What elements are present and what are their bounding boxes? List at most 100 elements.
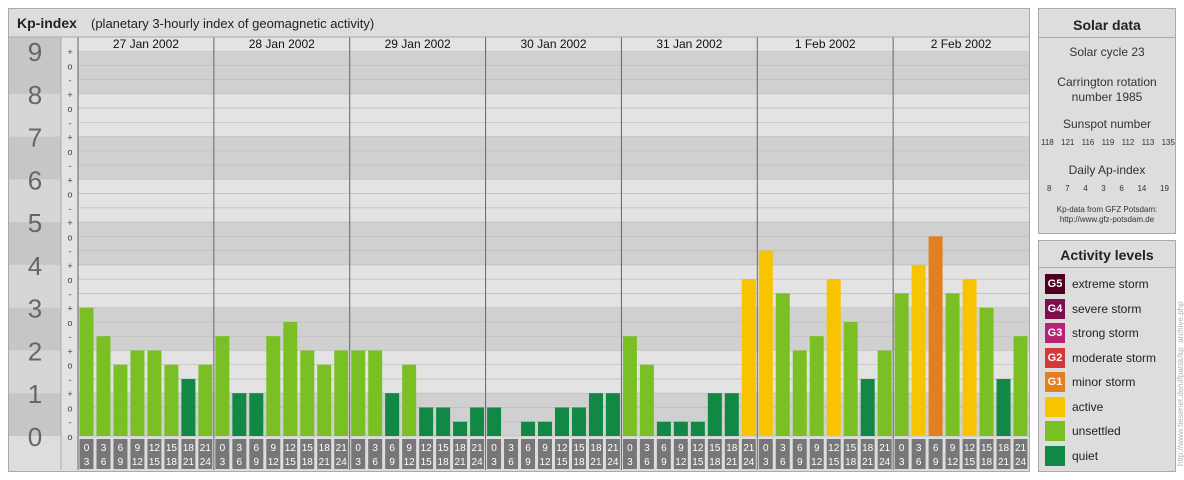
kp-minor-tick: - xyxy=(69,375,72,385)
legend-swatch: G3 xyxy=(1045,323,1065,343)
day-label: 31 Jan 2002 xyxy=(656,37,722,51)
ap-label: Daily Ap-index xyxy=(1068,163,1146,177)
hour-start-label: 12 xyxy=(692,443,704,454)
kp-bar xyxy=(402,364,417,436)
hour-end-label: 3 xyxy=(84,457,90,468)
hour-end-label: 6 xyxy=(372,457,378,468)
kp-bar xyxy=(758,250,773,436)
sunspot-label: Sunspot number xyxy=(1062,117,1152,131)
hour-start-label: 3 xyxy=(644,443,650,454)
day-label: 28 Jan 2002 xyxy=(249,37,315,51)
kp-minor-tick: - xyxy=(69,418,72,428)
hour-end-label: 6 xyxy=(780,457,786,468)
kp-chart: 0123456789-o+-o+-o+-o+-o+-o+-o+-o+-o+o27… xyxy=(9,36,1029,470)
kp-bar xyxy=(826,279,841,436)
legend-swatch xyxy=(1045,421,1065,441)
kp-bar xyxy=(809,336,824,436)
hour-start-label: 15 xyxy=(709,443,721,454)
kp-bar xyxy=(385,393,400,436)
kp-bar xyxy=(911,264,926,436)
hour-start-label: 21 xyxy=(607,443,619,454)
kp-bar xyxy=(741,279,756,436)
hour-end-label: 12 xyxy=(132,457,144,468)
kp-minor-tick: o xyxy=(67,190,72,200)
hour-start-label: 6 xyxy=(118,443,124,454)
kp-bar xyxy=(96,336,111,436)
hour-start-label: 6 xyxy=(797,443,803,454)
hour-end-label: 21 xyxy=(183,457,195,468)
kp-bar xyxy=(130,350,145,436)
sunspot-value: 119 xyxy=(1101,138,1115,147)
ap-value: 3 xyxy=(1101,184,1106,193)
hour-start-label: 9 xyxy=(950,443,956,454)
hour-start-label: 3 xyxy=(916,443,922,454)
kp-minor-tick: - xyxy=(69,332,72,342)
hour-end-label: 12 xyxy=(675,457,687,468)
hour-start-label: 0 xyxy=(899,443,905,454)
kp-band xyxy=(9,179,1029,223)
hour-end-label: 15 xyxy=(285,457,297,468)
hour-start-label: 21 xyxy=(200,443,212,454)
hour-end-label: 18 xyxy=(845,457,857,468)
kp-major-tick: 4 xyxy=(28,251,42,281)
legend-label: quiet xyxy=(1072,448,1099,463)
hour-start-label: 15 xyxy=(438,443,450,454)
kp-minor-tick: o xyxy=(67,432,72,442)
hour-end-label: 15 xyxy=(828,457,840,468)
hour-start-label: 12 xyxy=(285,443,297,454)
legend-label: moderate storm xyxy=(1072,350,1157,365)
kp-minor-tick: + xyxy=(67,175,72,185)
kp-minor-tick: - xyxy=(69,204,72,214)
day-label: 29 Jan 2002 xyxy=(385,37,451,51)
hour-end-label: 21 xyxy=(319,457,331,468)
kp-bar xyxy=(317,364,332,436)
kp-minor-tick: + xyxy=(67,261,72,271)
kp-band xyxy=(9,222,1029,265)
sunspot-values: 118 121 116 119 112 113 135 xyxy=(1041,138,1175,147)
hour-end-label: 18 xyxy=(709,457,721,468)
hour-end-label: 3 xyxy=(763,457,769,468)
kp-minor-tick: + xyxy=(67,133,72,143)
legend-label: active xyxy=(1072,399,1104,414)
hour-end-label: 6 xyxy=(916,457,922,468)
kp-bar xyxy=(571,407,586,436)
kp-bar xyxy=(555,407,569,436)
hour-start-label: 21 xyxy=(1015,443,1027,454)
kp-bar xyxy=(181,378,196,436)
hour-end-label: 24 xyxy=(472,457,484,468)
kp-bar xyxy=(673,421,688,436)
hour-end-label: 15 xyxy=(421,457,433,468)
kp-band xyxy=(9,136,1029,180)
sunspot-value: 113 xyxy=(1141,138,1155,147)
hour-end-label: 18 xyxy=(573,457,585,468)
hour-start-label: 15 xyxy=(302,443,314,454)
solar-data-panel: Solar data Solar cycle 23 Carrington rot… xyxy=(1038,8,1176,234)
legend-item-quiet: quiet xyxy=(1045,445,1099,466)
kp-bar xyxy=(79,307,94,436)
hour-end-label: 6 xyxy=(508,457,514,468)
kp-bar xyxy=(419,407,434,436)
kp-bar xyxy=(113,364,128,436)
hour-end-label: 6 xyxy=(237,457,243,468)
kp-bar xyxy=(300,350,315,436)
legend-swatch: G2 xyxy=(1045,347,1065,368)
kp-major-tick: 9 xyxy=(28,37,42,67)
hour-end-label: 12 xyxy=(539,457,551,468)
kp-minor-tick: + xyxy=(67,218,72,228)
kp-bar xyxy=(538,421,552,436)
hour-end-label: 9 xyxy=(254,457,260,468)
solar-cycle: Solar cycle 23 xyxy=(1069,45,1145,59)
hour-start-label: 9 xyxy=(814,443,820,454)
kp-minor-tick: - xyxy=(69,289,72,299)
hour-start-label: 21 xyxy=(336,443,348,454)
hour-end-label: 9 xyxy=(661,457,667,468)
kp-band xyxy=(9,264,1029,308)
hour-start-label: 21 xyxy=(743,443,755,454)
legend-item-unsettled: unsettled xyxy=(1045,421,1121,441)
hour-end-label: 21 xyxy=(590,457,602,468)
kp-band xyxy=(9,93,1029,137)
hour-end-label: 18 xyxy=(166,457,178,468)
kp-major-tick: 2 xyxy=(28,336,42,366)
ap-value: 6 xyxy=(1119,184,1124,193)
kp-bar xyxy=(487,407,502,436)
